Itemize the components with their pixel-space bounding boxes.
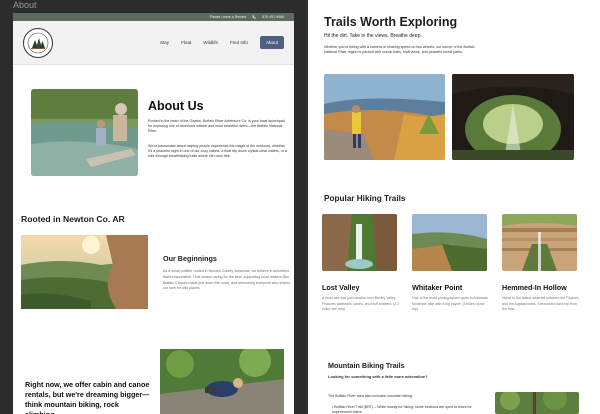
hiker-overlook-photo: [324, 74, 445, 160]
canoe-river-photo: [31, 89, 138, 176]
trail-name-hemmed-in-hollow[interactable]: Hemmed-In Hollow: [502, 283, 567, 292]
phone-number[interactable]: 870-451-9669: [262, 15, 284, 19]
right-now-text: Right now, we offer cabin and canoe rent…: [25, 380, 150, 414]
nav-wildlife[interactable]: Wildlife: [203, 40, 218, 45]
mountain-biking-intro: The Buffalo River area also includes mou…: [328, 394, 413, 398]
trails-title: Trails Worth Exploring: [324, 15, 458, 29]
cave-waterfall-photo: [452, 74, 574, 160]
review-link[interactable]: Please Leave a Review: [210, 15, 247, 19]
frame-label[interactable]: About: [13, 0, 37, 10]
main-nav: Stay Float Wildlife Find Info About: [13, 21, 294, 65]
mountain-biking-subtitle: Looking for something with a little more…: [328, 374, 428, 379]
lost-valley-photo[interactable]: [322, 214, 397, 271]
trail-desc-lost-valley: A must-see trail just minutes from Boxle…: [322, 296, 400, 312]
nav-stay[interactable]: Stay: [160, 40, 169, 45]
about-page-frame: Please Leave a Review 870-451-9669 Stay …: [13, 13, 294, 414]
trails-subtitle: Hit the dirt. Take in the views. Breathe…: [324, 33, 422, 39]
logo-trees-icon: [27, 32, 49, 53]
nav-find-info[interactable]: Find Info: [230, 40, 248, 45]
trail-desc-whitaker-point: One of the most photographed spots in Ar…: [412, 296, 489, 312]
nav-about-button[interactable]: About: [259, 36, 284, 49]
logo[interactable]: [23, 27, 53, 58]
our-beginnings-text: As a small outfitter rooted in Newton Co…: [163, 269, 291, 291]
mountain-biking-bullet: • Buffalo River Trail (BRT) – While most…: [332, 405, 472, 414]
top-bar: Please Leave a Review 870-451-9669: [13, 13, 294, 21]
trail-name-whitaker-point[interactable]: Whitaker Point: [412, 283, 462, 292]
trails-intro: Whether you're hiking with a camera or c…: [324, 45, 475, 54]
mountain-biking-photo: [495, 392, 579, 414]
whitaker-point-photo[interactable]: [412, 214, 487, 271]
our-beginnings-title: Our Beginnings: [163, 254, 217, 263]
trails-page-frame: Trails Worth Exploring Hit the dirt. Tak…: [308, 0, 600, 414]
about-paragraph-2: We're passionate about helping people ex…: [148, 144, 287, 158]
about-title: About Us: [148, 99, 204, 113]
rock-climber-photo: [160, 349, 284, 414]
trail-name-lost-valley[interactable]: Lost Valley: [322, 283, 360, 292]
trail-desc-hemmed-in-hollow: Home to the tallest waterfall between th…: [502, 296, 579, 312]
mountain-biking-title: Mountain Biking Trails: [328, 361, 405, 370]
phone-icon: [252, 15, 256, 19]
valley-sunset-photo: [21, 235, 148, 309]
nav-float[interactable]: Float: [181, 40, 191, 45]
mountain-biking-bullet-text: Buffalo River Trail (BRT) – While mostly…: [332, 405, 472, 414]
about-paragraph-1: Rooted in the heart of the Ozarks, Buffa…: [148, 119, 285, 133]
rooted-title: Rooted in Newton Co. AR: [21, 214, 125, 224]
hemmed-in-hollow-photo[interactable]: [502, 214, 577, 271]
popular-trails-title: Popular Hiking Trails: [324, 194, 406, 203]
